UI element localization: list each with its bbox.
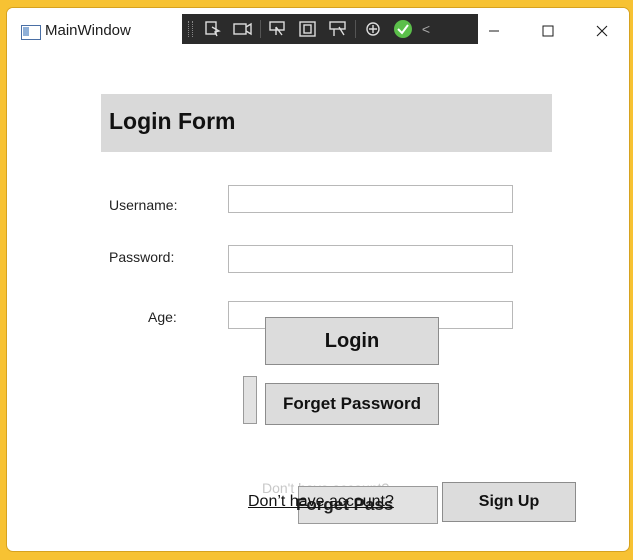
dont-have-account-link[interactable]: Don’t have account?: [248, 493, 394, 511]
select-element-icon[interactable]: [198, 18, 228, 40]
toolbar-separator: [355, 20, 356, 38]
password-input[interactable]: [228, 245, 513, 273]
sign-up-button[interactable]: Sign Up: [442, 482, 576, 522]
minimize-button[interactable]: [467, 8, 521, 54]
form-title: Login Form: [109, 108, 236, 134]
password-label: Password:: [109, 249, 175, 265]
xaml-debug-toolbar: <: [182, 14, 478, 44]
title-bar[interactable]: MainWindow <: [7, 8, 629, 54]
camera-icon[interactable]: [228, 18, 258, 40]
age-label: Age:: [148, 309, 177, 325]
form-header: Login Form: [101, 94, 552, 152]
binding-status-ok-icon[interactable]: [388, 18, 418, 40]
window-title: MainWindow: [45, 22, 131, 39]
forget-password-button[interactable]: Forget Password: [265, 383, 439, 425]
username-input[interactable]: [228, 185, 513, 213]
toolbar-grip[interactable]: [188, 21, 193, 37]
close-button[interactable]: [575, 8, 629, 54]
hidden-button-edge: [243, 376, 257, 424]
username-label: Username:: [109, 197, 178, 213]
login-button[interactable]: Login: [265, 317, 439, 365]
main-window: MainWindow < Login Form Username: Passwo…: [7, 8, 629, 551]
window-controls: [467, 8, 629, 54]
toolbar-separator: [260, 20, 261, 38]
collapse-toolbar-icon[interactable]: <: [418, 18, 434, 40]
display-layout-adorners-icon[interactable]: [263, 18, 293, 40]
maximize-button[interactable]: [521, 8, 575, 54]
hot-reload-icon[interactable]: [358, 18, 388, 40]
window-app-icon: [21, 25, 41, 40]
window-content: Login Form Username: Password: Age: Logi…: [7, 54, 629, 551]
track-focused-element-icon[interactable]: [293, 18, 323, 40]
preview-selection-icon[interactable]: [323, 18, 353, 40]
